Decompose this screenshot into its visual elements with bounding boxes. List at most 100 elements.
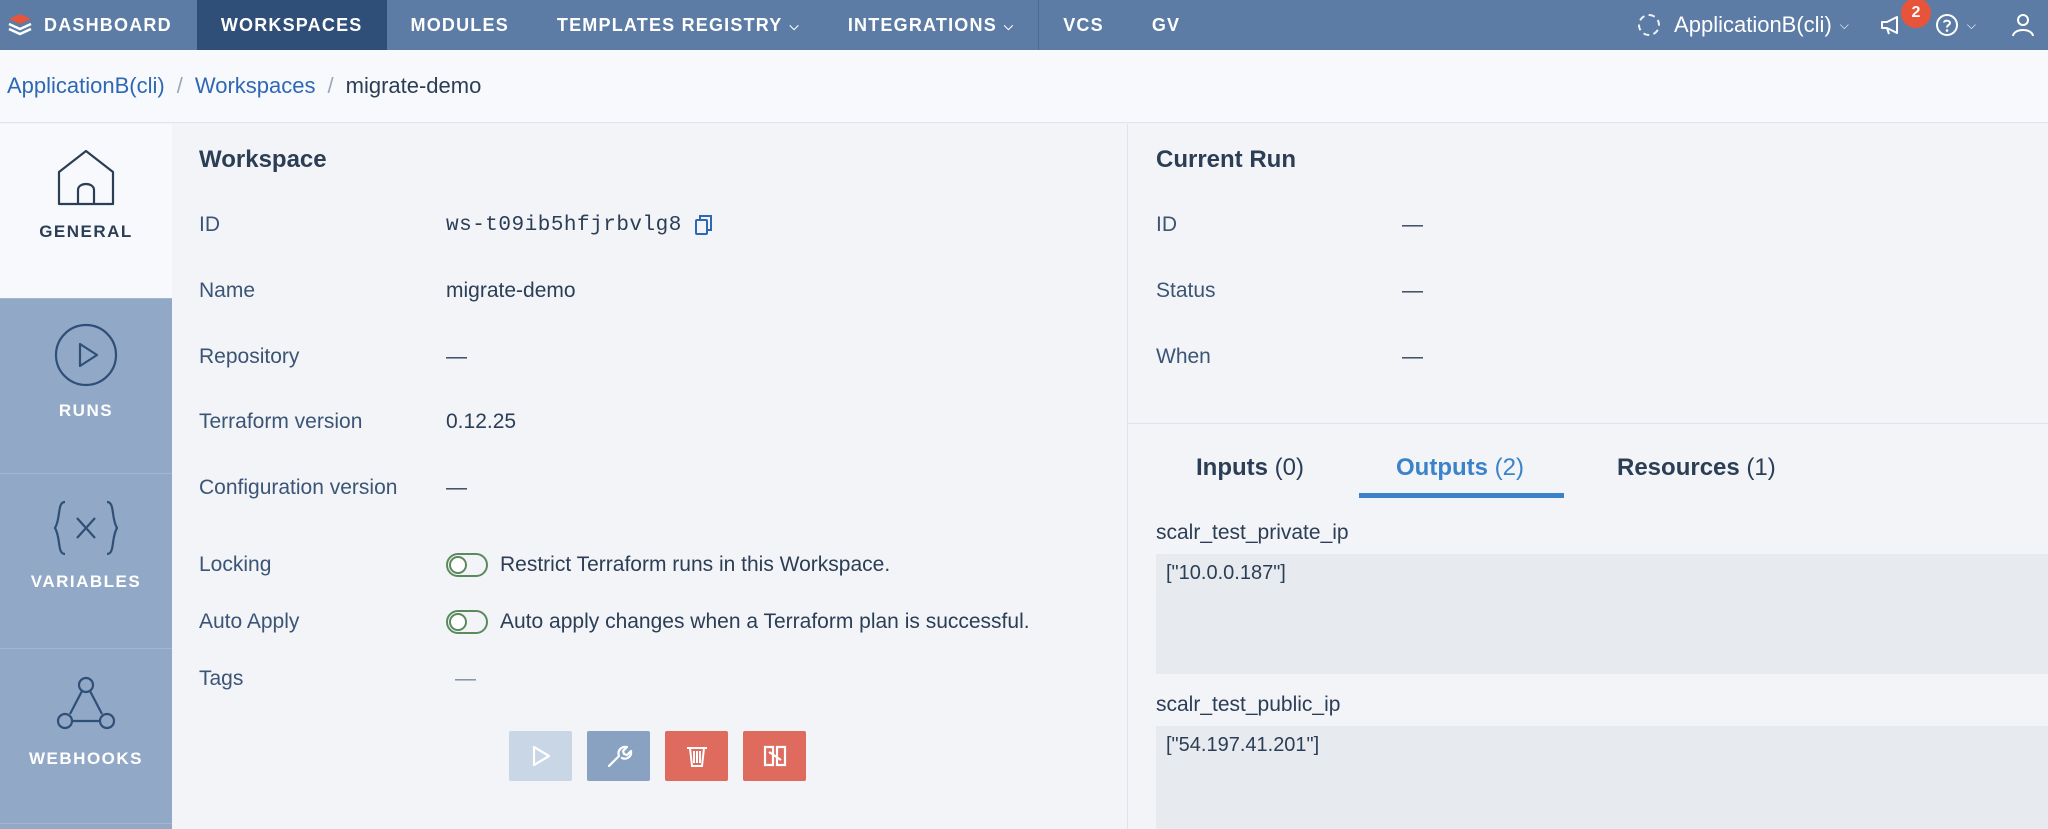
tab-inputs[interactable]: Inputs (0) bbox=[1196, 454, 1304, 482]
locking-description: Restrict Terraform runs in this Workspac… bbox=[500, 553, 891, 576]
environment-icon bbox=[1638, 14, 1661, 36]
nav-modules-label: MODULES bbox=[410, 14, 509, 35]
workspace-id-value-group: ws-t09ib5hfjrbvlg8 bbox=[446, 214, 714, 237]
breadcrumb-workspaces[interactable]: Workspaces bbox=[195, 73, 316, 99]
user-icon bbox=[2012, 14, 2034, 37]
field-label: Terraform version bbox=[199, 410, 363, 433]
nav-vcs[interactable]: VCS bbox=[1039, 0, 1128, 50]
nav-workspaces[interactable]: WORKSPACES bbox=[196, 0, 387, 50]
workspace-config-version-row: Configuration version — bbox=[199, 473, 1099, 503]
locking-toggle[interactable] bbox=[446, 553, 488, 577]
workspace-tags-value[interactable]: — bbox=[455, 667, 476, 691]
help-icon bbox=[1935, 14, 1958, 36]
tab-resources[interactable]: Resources (1) bbox=[1617, 454, 1776, 482]
locking-toggle-group: Restrict Terraform runs in this Workspac… bbox=[446, 553, 890, 577]
workspace-panel: Workspace ID ws-t09ib5hfjrbvlg8 Name mig… bbox=[172, 124, 1127, 829]
workspace-repository-value: — bbox=[446, 345, 467, 368]
nav-templates-registry[interactable]: TEMPLATES REGISTRY ⌵ bbox=[533, 0, 824, 50]
current-run-panel: Current Run ID — Status — When — bbox=[1128, 124, 2048, 424]
sidebar-item-label: GENERAL bbox=[39, 222, 133, 241]
sidebar-item-variables[interactable]: VARIABLES bbox=[0, 474, 172, 649]
notification-badge: 2 bbox=[1900, 0, 1931, 28]
run-details-panel: Inputs (0) Outputs (2) Resources (1) sca… bbox=[1128, 424, 2048, 829]
sidebar-item-label: VARIABLES bbox=[30, 572, 142, 591]
auto-apply-toggle-group: Auto apply changes when a Terraform plan… bbox=[446, 610, 1030, 634]
workspace-terraform-version-row: Terraform version 0.12.25 bbox=[199, 407, 1099, 437]
workspace-locking-row: Locking Restrict Terraform runs in this … bbox=[199, 550, 1099, 580]
breadcrumb: ApplicationB(cli) / Workspaces / migrate… bbox=[0, 50, 2048, 123]
dashboard-link[interactable]: DASHBOARD bbox=[0, 0, 197, 50]
sidebar: GENERAL RUNS VARIABLES WEBHOOKS bbox=[0, 124, 172, 829]
run-details-tabs: Inputs (0) Outputs (2) Resources (1) bbox=[1128, 424, 2048, 500]
user-menu[interactable] bbox=[2010, 12, 2036, 38]
workspace-actions bbox=[509, 731, 806, 781]
play-icon bbox=[532, 745, 550, 767]
nav-workspaces-label: WORKSPACES bbox=[220, 14, 363, 35]
nav-templates-registry-label: TEMPLATES REGISTRY bbox=[556, 14, 783, 35]
lock-workspace-button[interactable] bbox=[743, 731, 806, 781]
field-label: Name bbox=[199, 279, 256, 302]
nav-gv[interactable]: GV bbox=[1128, 0, 1204, 50]
current-run-id-value: — bbox=[1402, 213, 1423, 236]
current-run-when-row: When — bbox=[1156, 342, 2036, 372]
tab-count: (2) bbox=[1494, 454, 1524, 481]
queue-run-button[interactable] bbox=[509, 731, 572, 781]
environment-selector[interactable]: ApplicationB(cli) ⌵ bbox=[1638, 12, 1879, 38]
workspace-terraform-version-value: 0.12.25 bbox=[446, 410, 517, 433]
workspace-title: Workspace bbox=[199, 146, 327, 173]
workspace-name-value: migrate-demo bbox=[446, 279, 576, 302]
tab-count: (1) bbox=[1746, 454, 1776, 481]
nav-integrations[interactable]: INTEGRATIONS ⌵ bbox=[824, 0, 1038, 50]
webhooks-icon bbox=[56, 676, 116, 730]
workspace-config-version-value: — bbox=[446, 476, 467, 499]
current-run-title: Current Run bbox=[1156, 146, 1296, 173]
dashboard-label: DASHBOARD bbox=[44, 14, 172, 35]
current-run-when-value: — bbox=[1402, 345, 1423, 368]
sidebar-item-general[interactable]: GENERAL bbox=[0, 124, 172, 299]
tab-outputs[interactable]: Outputs (2) bbox=[1396, 454, 1524, 482]
field-label: Locking bbox=[199, 553, 272, 576]
output-value-box[interactable]: ["10.0.0.187"] bbox=[1156, 554, 2048, 674]
auto-apply-toggle[interactable] bbox=[446, 610, 488, 634]
chevron-down-icon: ⌵ bbox=[1839, 17, 1849, 32]
environment-name: ApplicationB(cli) bbox=[1674, 12, 1832, 37]
workspace-tags-row: Tags — bbox=[199, 664, 1099, 694]
wrench-icon bbox=[607, 745, 632, 768]
nav-vcs-label: VCS bbox=[1063, 14, 1104, 35]
sidebar-item-webhooks[interactable]: WEBHOOKS bbox=[0, 649, 172, 824]
field-label: Tags bbox=[199, 667, 244, 690]
home-icon bbox=[57, 149, 115, 206]
help-menu[interactable]: ⌵ bbox=[1935, 13, 1976, 37]
copy-icon[interactable] bbox=[694, 214, 714, 236]
output-name: scalr_test_public_ip bbox=[1156, 693, 1341, 716]
breadcrumb-separator: / bbox=[176, 73, 183, 98]
output-value-box[interactable]: ["54.197.41.201"] bbox=[1156, 726, 2048, 829]
current-run-id-row: ID — bbox=[1156, 210, 2036, 240]
workspace-name-row: Name migrate-demo bbox=[199, 276, 1099, 306]
active-tab-indicator bbox=[1359, 493, 1564, 498]
chevron-down-icon: ⌵ bbox=[1966, 17, 1976, 32]
output-name: scalr_test_private_ip bbox=[1156, 521, 1349, 544]
tab-count: (0) bbox=[1274, 454, 1305, 481]
notifications-button[interactable]: 2 bbox=[1879, 0, 1931, 38]
lock-workspace-icon bbox=[763, 745, 786, 767]
delete-workspace-button[interactable] bbox=[665, 731, 728, 781]
current-run-status-row: Status — bbox=[1156, 276, 2036, 306]
output-value: ["54.197.41.201"] bbox=[1166, 734, 1320, 756]
tab-label: Outputs bbox=[1396, 454, 1488, 481]
nav-modules[interactable]: MODULES bbox=[387, 0, 533, 50]
play-circle-icon bbox=[54, 323, 118, 387]
chevron-down-icon: ⌵ bbox=[1003, 18, 1015, 33]
field-label: Configuration version bbox=[199, 476, 398, 499]
sidebar-item-label: RUNS bbox=[58, 401, 114, 420]
edit-workspace-button[interactable] bbox=[587, 731, 650, 781]
sidebar-item-runs[interactable]: RUNS bbox=[0, 299, 172, 474]
nav-gv-label: GV bbox=[1151, 14, 1181, 35]
workspace-auto-apply-row: Auto Apply Auto apply changes when a Ter… bbox=[199, 607, 1099, 637]
output-value: ["10.0.0.187"] bbox=[1166, 562, 1286, 584]
tab-label: Resources bbox=[1617, 454, 1740, 481]
variables-icon bbox=[53, 500, 119, 556]
field-label: When bbox=[1156, 345, 1211, 368]
breadcrumb-environment[interactable]: ApplicationB(cli) bbox=[7, 73, 165, 99]
breadcrumb-current: migrate-demo bbox=[345, 73, 482, 98]
